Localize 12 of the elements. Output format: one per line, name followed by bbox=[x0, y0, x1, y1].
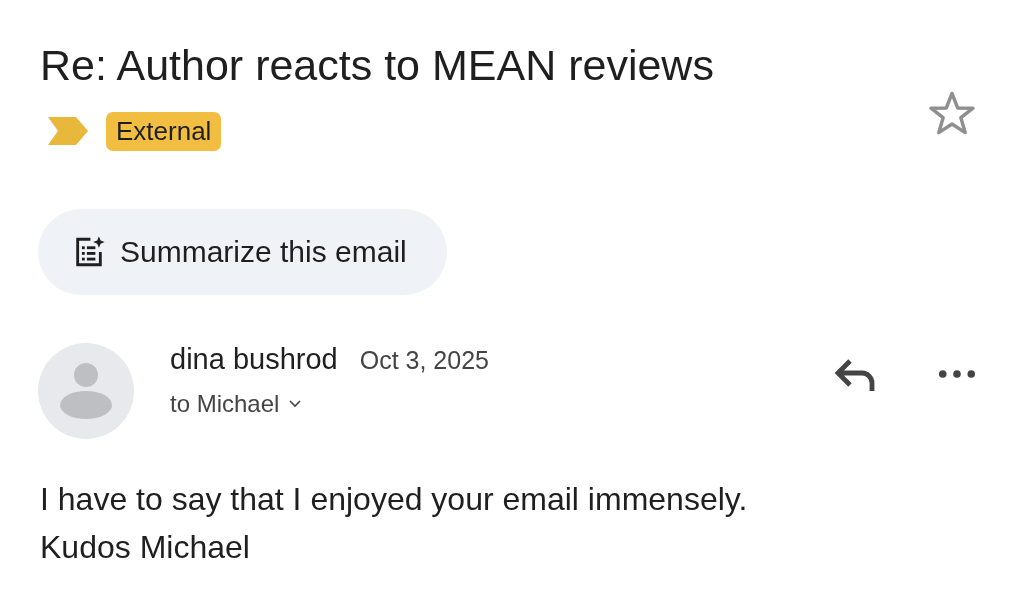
email-subject: Re: Author reacts to MEAN reviews bbox=[40, 40, 714, 91]
message-text: Kudos Michael bbox=[40, 527, 251, 567]
sender-name: dina bushrod bbox=[170, 342, 338, 376]
label-chip[interactable]: External bbox=[106, 111, 222, 151]
avatar-icon bbox=[38, 342, 134, 439]
summarize-button[interactable]: Summarize this email bbox=[38, 208, 447, 295]
message-date: Oct 3, 2025 bbox=[359, 345, 489, 375]
message-text: I have to say that I enjoyed your email immensely. bbox=[40, 479, 749, 519]
recipients-toggle[interactable]: to Michael bbox=[170, 389, 302, 418]
more-icon[interactable] bbox=[938, 368, 976, 379]
chevron-down-icon bbox=[289, 399, 302, 408]
importance-marker-icon[interactable] bbox=[48, 117, 88, 146]
